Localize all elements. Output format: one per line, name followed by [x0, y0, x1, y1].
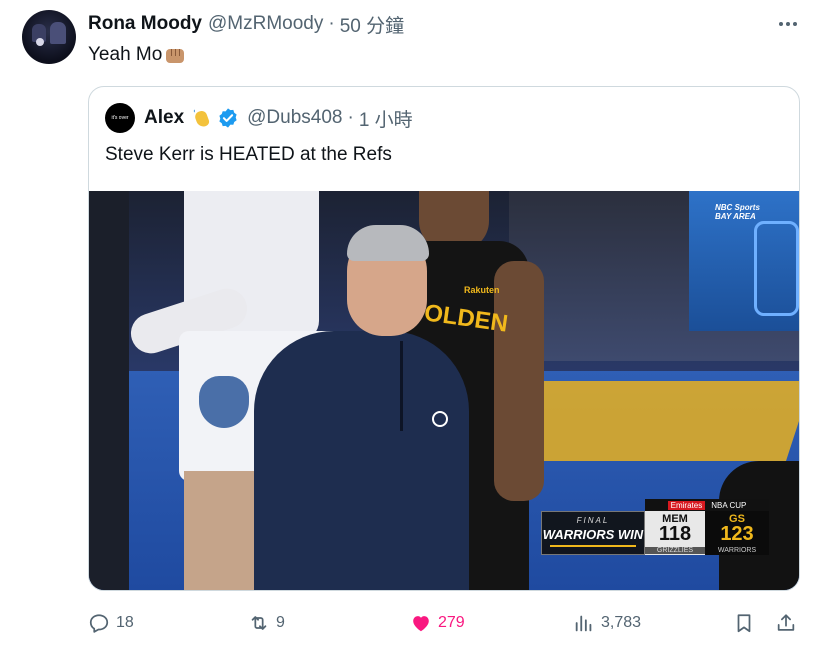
avatar-figure	[50, 22, 66, 44]
away-team: WARRIORS	[717, 547, 757, 554]
author-handle[interactable]: @MzRMoody	[208, 13, 323, 35]
more-options-button[interactable]	[774, 13, 802, 35]
quoted-tweet-timestamp[interactable]: 1 小時	[359, 105, 413, 132]
like-count: 279	[438, 614, 465, 631]
waving-hand-emoji-icon	[190, 107, 212, 129]
quoted-author-handle[interactable]: @Dubs408	[247, 107, 342, 129]
separator-dot: ·	[328, 13, 335, 34]
quoted-avatar-text: it's over	[111, 115, 129, 121]
retweet-button[interactable]: 9	[248, 608, 285, 638]
tweet-timestamp[interactable]: 50 分鐘	[340, 11, 404, 38]
scorebug-accent-line	[550, 545, 636, 547]
views-icon	[575, 615, 592, 632]
share-button[interactable]	[775, 608, 797, 638]
away-score: 123	[720, 523, 754, 545]
author-avatar[interactable]	[22, 10, 76, 64]
coach-hair	[347, 225, 429, 261]
scorebug: Emirates NBA CUP FINAL WARRIORS WIN MEM …	[541, 499, 769, 555]
tweet-text-content: Yeah Mo	[88, 44, 163, 65]
quoted-author-name[interactable]: Alex	[144, 107, 184, 129]
scorebug-home: MEM 118 GRIZZLIES	[645, 511, 705, 555]
like-button[interactable]: 279	[410, 608, 465, 638]
separator-dot: ·	[347, 107, 354, 128]
warriors-chest-logo	[432, 411, 448, 427]
more-dot	[786, 22, 790, 26]
jersey-sponsor: Rakuten	[464, 285, 500, 295]
coach-zipper	[400, 341, 403, 431]
more-dot	[779, 22, 783, 26]
share-icon	[777, 614, 795, 631]
network-logo: NBC Sports BAY AREA	[715, 203, 760, 221]
player-leg	[184, 471, 254, 590]
fist-bump-emoji-icon	[164, 45, 186, 65]
tweet-header: Rona Moody @MzRMoody · 50 分鐘	[88, 11, 404, 38]
reply-count: 18	[116, 614, 134, 631]
led-board-panel	[754, 221, 799, 316]
court-logo	[516, 381, 799, 461]
quoted-tweet-text: Steve Kerr is HEATED at the Refs	[105, 144, 392, 165]
quoted-author-avatar[interactable]: it's over	[105, 103, 135, 133]
author-name[interactable]: Rona Moody	[88, 13, 202, 35]
views-button[interactable]: 3,783	[573, 608, 641, 638]
player-sleeve	[89, 191, 129, 590]
tweet-actions: 18 9 279 3,783	[88, 608, 800, 638]
bookmark-icon	[737, 614, 751, 633]
scorebug-result: WARRIORS WIN	[542, 527, 644, 542]
tweet-text: Yeah Mo	[88, 44, 186, 66]
scorebug-away: GS 123 WARRIORS	[705, 511, 769, 555]
more-dot	[793, 22, 797, 26]
views-count: 3,783	[601, 614, 642, 631]
home-score: 118	[658, 523, 692, 545]
warriors-player-arm	[494, 261, 544, 501]
scorebug-result-panel: FINAL WARRIORS WIN	[541, 511, 645, 555]
quoted-tweet-card[interactable]: it's over Alex @Dubs408 · 1 小時 Steve Ker…	[88, 86, 800, 591]
grizzlies-logo	[199, 376, 249, 428]
nba-cup-label: NBA CUP	[711, 500, 747, 510]
bookmark-button[interactable]	[733, 608, 755, 638]
home-team: GRIZZLIES	[645, 547, 705, 554]
retweet-icon	[251, 616, 267, 630]
retweet-count: 9	[276, 614, 285, 631]
scorebug-final: FINAL	[576, 516, 610, 525]
avatar-detail	[36, 38, 44, 46]
coach-body	[254, 331, 469, 590]
video-player[interactable]: NBC Sports BAY AREA Rakuten OLDEN Emirat…	[89, 191, 799, 590]
scorebug-header: Emirates NBA CUP	[645, 499, 769, 511]
scorebug-sponsor: Emirates	[667, 500, 706, 510]
quoted-tweet-header: Alex @Dubs408 · 1 小時	[144, 105, 413, 131]
heart-icon	[413, 616, 429, 632]
reply-button[interactable]: 18	[88, 608, 134, 638]
reply-icon	[89, 614, 109, 633]
verified-badge-icon	[219, 108, 237, 128]
